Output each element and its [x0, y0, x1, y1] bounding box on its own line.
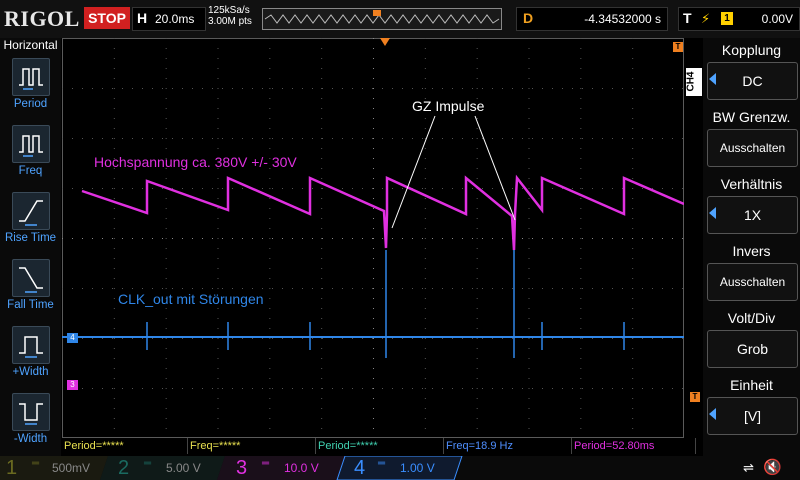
- memory-waveform-icon: [264, 10, 500, 24]
- rise-time-label: Rise Time: [4, 232, 57, 244]
- invert-value: Ausschalten: [707, 263, 798, 301]
- gz-pointer-left: [391, 115, 436, 229]
- coupling-value: DC: [707, 62, 798, 100]
- brand-logo: RIGOL: [4, 6, 80, 31]
- ch3-status[interactable]: 3 ═ 10.0 V: [226, 456, 336, 480]
- ch4-status[interactable]: 4 ═ 1.00 V: [346, 456, 456, 480]
- bw-limit-button[interactable]: BW Grenzw. Ausschalten: [705, 107, 798, 169]
- measure-menu-title: Horizontal: [3, 38, 58, 52]
- run-stop-button[interactable]: STOP: [84, 7, 130, 29]
- delay-label: D: [523, 10, 534, 26]
- measure-rise-time-button[interactable]: Rise Time: [0, 188, 61, 254]
- trigger-box[interactable]: T ⚡ 1 0.00V: [678, 7, 800, 31]
- dc-coupling-icon: ═: [378, 458, 386, 469]
- neg-width-icon: [12, 393, 50, 431]
- measurement-item[interactable]: Period=52.80ms: [572, 438, 696, 454]
- adjust-arrow-icon: [709, 408, 716, 420]
- memory-depth: 3.00M pts: [208, 16, 252, 27]
- speaker-muted-icon[interactable]: 🔇: [763, 458, 782, 476]
- bw-limit-label: BW Grenzw.: [712, 109, 791, 125]
- bw-limit-value: Ausschalten: [707, 129, 798, 167]
- sample-rate: 125kSa/s: [208, 5, 250, 16]
- trigger-source: 1: [721, 12, 733, 25]
- delay-box[interactable]: D -4.34532000 s: [516, 7, 668, 31]
- ch4-ground-marker[interactable]: 4: [67, 333, 78, 343]
- pos-width-icon: [12, 326, 50, 364]
- waveform-display: [62, 38, 684, 438]
- channel-menu: Kopplung DC BW Grenzw. Ausschalten Verhä…: [703, 38, 800, 456]
- high-voltage-annotation: Hochspannung ca. 380V +/- 30V: [94, 154, 297, 170]
- ch1-status[interactable]: 1 ═ 500mV: [0, 456, 100, 480]
- graticule: [62, 38, 684, 438]
- measurement-item[interactable]: Freq=*****: [188, 438, 316, 454]
- clk-annotation: CLK_out mit Störungen: [118, 291, 264, 307]
- top-bar: RIGOL STOP H 20.0ms 125kSa/s 3.00M pts D…: [0, 0, 800, 38]
- rising-edge-icon: ⚡: [701, 11, 711, 26]
- measurement-item[interactable]: Period=*****: [62, 438, 188, 454]
- unit-label: Einheit: [730, 377, 773, 393]
- adjust-arrow-icon: [709, 73, 716, 85]
- pos-width-label: +Width: [12, 366, 49, 378]
- unit-value: [V]: [707, 397, 798, 435]
- period-label: Period: [13, 98, 48, 110]
- freq-label: Freq: [18, 165, 43, 177]
- invert-label: Invers: [732, 243, 771, 259]
- volts-div-label: Volt/Div: [727, 310, 776, 326]
- fall-time-icon: [12, 259, 50, 297]
- memory-overview: [262, 8, 502, 30]
- ch3-ground-marker[interactable]: 3: [67, 380, 78, 390]
- channel-status-bar: 1 ═ 500mV 2 ═ 5.00 V 3 ═ 10.0 V 4 ═ 1.00…: [0, 456, 800, 480]
- measurement-item[interactable]: Period=*****: [316, 438, 444, 454]
- probe-ratio-value: 1X: [707, 196, 798, 234]
- trigger-label: T: [683, 10, 692, 26]
- acquisition-info: 125kSa/s 3.00M pts: [208, 5, 252, 27]
- delay-value: -4.34532000 s: [584, 12, 661, 26]
- horizontal-label: H: [137, 10, 148, 26]
- trigger-position-marker: [380, 38, 390, 46]
- neg-width-label: -Width: [13, 433, 48, 445]
- ch2-status[interactable]: 2 ═ 5.00 V: [110, 456, 220, 480]
- timebase-value: 20.0ms: [155, 12, 195, 26]
- trigger-level-marker: T: [690, 392, 700, 402]
- invert-button[interactable]: Invers Ausschalten: [705, 241, 798, 303]
- measurement-item[interactable]: Freq=18.9 Hz: [444, 438, 572, 454]
- measure-period-button[interactable]: Period: [0, 54, 61, 120]
- freq-icon: [12, 125, 50, 163]
- volts-div-value: Grob: [707, 330, 798, 368]
- trigger-level: 0.00V: [761, 12, 793, 26]
- unit-button[interactable]: Einheit [V]: [705, 375, 798, 437]
- usb-icon: ⇌: [743, 460, 754, 475]
- trigger-level-marker-top: T: [673, 42, 683, 52]
- rise-time-icon: [12, 192, 50, 230]
- measure-freq-button[interactable]: Freq: [0, 121, 61, 187]
- gz-annotation: GZ Impulse: [412, 98, 485, 114]
- measure-pos-width-button[interactable]: +Width: [0, 322, 61, 388]
- coupling-label: Kopplung: [721, 42, 782, 58]
- ch4-menu-tab[interactable]: CH4: [686, 68, 702, 96]
- dc-coupling-icon: ═: [262, 458, 270, 469]
- period-icon: [12, 58, 50, 96]
- probe-ratio-label: Verhältnis: [720, 176, 783, 192]
- dc-coupling-icon: ═: [32, 458, 40, 469]
- fall-time-label: Fall Time: [7, 299, 54, 311]
- probe-ratio-button[interactable]: Verhältnis 1X: [705, 174, 798, 236]
- timebase-box[interactable]: H 20.0ms: [132, 7, 206, 31]
- measure-menu: Horizontal Period Freq Rise Time Fall Ti…: [0, 38, 61, 456]
- dc-coupling-icon: ═: [144, 458, 152, 469]
- measure-neg-width-button[interactable]: -Width: [0, 389, 61, 455]
- coupling-button[interactable]: Kopplung DC: [705, 40, 798, 102]
- gz-pointer-right: [474, 115, 516, 221]
- volts-div-button[interactable]: Volt/Div Grob: [705, 308, 798, 370]
- measure-fall-time-button[interactable]: Fall Time: [0, 255, 61, 321]
- adjust-arrow-icon: [709, 207, 716, 219]
